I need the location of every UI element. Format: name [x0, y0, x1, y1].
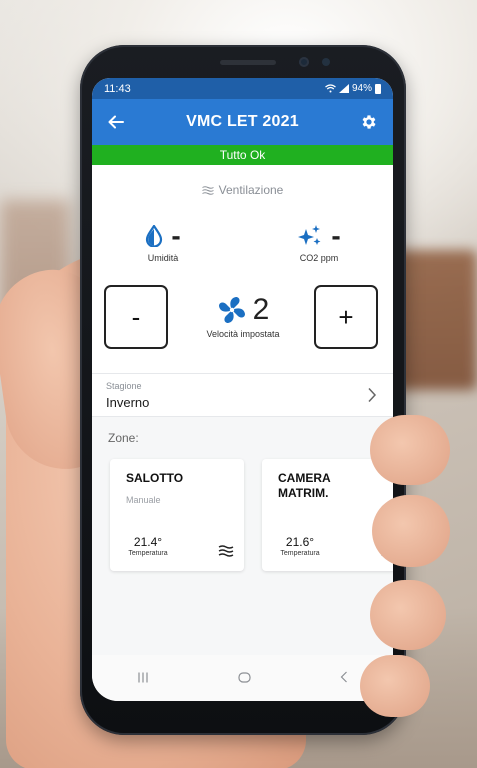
sensor-readings: - Umidità - CO2 ppm — [92, 220, 393, 283]
zone-name: SALOTTO — [126, 471, 184, 485]
app-title: VMC LET 2021 — [186, 113, 299, 130]
recent-apps-button[interactable] — [137, 671, 149, 686]
phone-speaker — [220, 60, 276, 65]
drop-icon — [146, 225, 163, 247]
phone: 11:43 94% VMC LET 2021 Tutto Ok Ventilaz… — [80, 45, 406, 735]
season-value: Inverno — [106, 395, 150, 410]
ventilation-label: Ventilazione — [218, 183, 284, 197]
zones-heading: Zone: — [108, 431, 139, 445]
speed-control: - 2 Velocità impostata + — [92, 285, 393, 357]
status-indicators: 94% — [325, 83, 381, 94]
finger — [372, 495, 450, 567]
phone-screen: 11:43 94% VMC LET 2021 Tutto Ok Ventilaz… — [92, 78, 393, 701]
co2-caption: CO2 ppm — [299, 253, 339, 263]
zone-temperature: 21.6° Temperatura — [278, 535, 322, 557]
zones-list: SALOTTO Manuale 21.4° Temperatura CAMERA… — [92, 459, 393, 589]
gear-icon — [362, 115, 376, 129]
increase-speed-button[interactable]: + — [314, 285, 378, 349]
speed-caption: Velocità impostata — [206, 329, 280, 339]
recent-apps-icon — [138, 672, 148, 682]
finger — [370, 580, 446, 650]
zone-name: CAMERA MATRIM. — [278, 471, 331, 500]
app-bar: VMC LET 2021 — [92, 99, 393, 145]
zones-section: Zone: SALOTTO Manuale 21.4° Temperatura … — [92, 417, 393, 655]
signal-icon — [338, 84, 349, 93]
zone-temperature: 21.4° Temperatura — [126, 535, 170, 557]
status-bar: 11:43 94% — [92, 78, 393, 99]
battery-level: 94% — [351, 83, 372, 94]
system-nav-bar — [92, 655, 393, 701]
settings-button[interactable] — [359, 112, 379, 132]
zone-temperature-value: 21.4° — [133, 535, 163, 549]
home-button[interactable] — [238, 671, 251, 686]
phone-camera — [299, 57, 309, 67]
status-message: Tutto Ok — [92, 145, 393, 165]
battery-icon — [375, 83, 381, 94]
decrease-speed-button[interactable]: - — [104, 285, 168, 349]
humidity-value: - — [171, 220, 181, 251]
ventilation-heading: Ventilazione — [92, 183, 393, 197]
season-label: Stagione — [106, 381, 142, 391]
back-arrow-icon — [108, 115, 124, 129]
waves-icon — [201, 185, 214, 195]
zone-temperature-caption: Temperatura — [128, 550, 168, 557]
back-button[interactable] — [106, 112, 126, 132]
zone-temperature-caption: Temperatura — [280, 550, 320, 557]
speed-display: 2 Velocità impostata — [188, 293, 298, 339]
sparkle-icon — [298, 225, 321, 245]
zone-mode: Manuale — [126, 495, 161, 505]
season-selector[interactable]: Stagione Inverno — [92, 373, 393, 417]
waves-icon — [218, 545, 234, 557]
zone-card-salotto[interactable]: SALOTTO Manuale 21.4° Temperatura — [110, 459, 244, 571]
co2-reading: - CO2 ppm — [264, 220, 374, 263]
wifi-icon — [325, 84, 336, 93]
chevron-right-icon — [368, 387, 377, 403]
finger — [370, 415, 450, 485]
finger — [360, 655, 430, 717]
zone-temperature-value: 21.6° — [285, 535, 315, 549]
status-time: 11:43 — [104, 82, 131, 95]
nav-back-button[interactable] — [340, 671, 348, 686]
zone-card-camera-matrim[interactable]: CAMERA MATRIM. 21.6° Temperatura — [262, 459, 393, 571]
co2-value: - — [331, 220, 341, 251]
speed-value: 2 — [252, 293, 270, 326]
nav-back-icon — [340, 671, 348, 682]
humidity-caption: Umidità — [147, 253, 179, 263]
phone-sensor — [322, 58, 330, 66]
home-icon — [238, 671, 251, 683]
humidity-reading: - Umidità — [108, 220, 218, 263]
fan-icon — [218, 297, 245, 323]
